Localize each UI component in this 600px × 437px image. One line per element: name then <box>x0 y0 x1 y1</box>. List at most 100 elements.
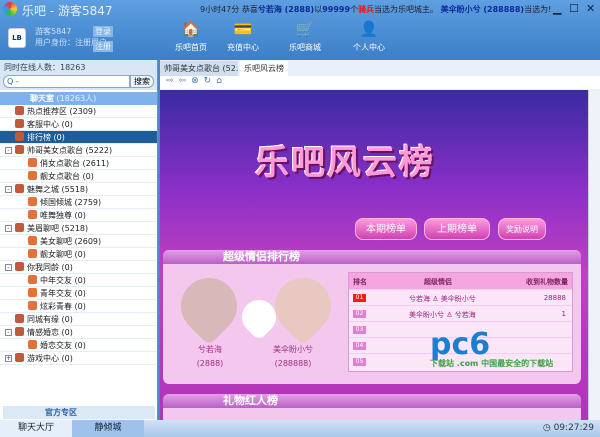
gift-count: 28888 <box>543 294 566 302</box>
gift-count: 1 <box>561 310 566 318</box>
tree-item[interactable]: 美女聊吧 (2609) <box>0 235 157 248</box>
rank-badge: 04 <box>353 342 366 350</box>
rank-badge: 02 <box>353 310 366 318</box>
tree-item[interactable]: 青年交友 (0) <box>0 287 157 300</box>
search-input[interactable]: Q - <box>3 75 130 88</box>
login-button[interactable]: 登录 <box>93 26 113 37</box>
tree-item[interactable]: - 美眉聊吧 (5218) <box>0 222 157 235</box>
tree-item-label: 排行榜 (0) <box>27 133 65 142</box>
tab-song-room[interactable]: 帅哥美女点歌台 (52... <box>160 61 238 76</box>
tree-item[interactable]: + 游戏中心 (0) <box>0 352 157 365</box>
tree-item[interactable]: 客服中心 (0) <box>0 118 157 131</box>
tree-item-label: 情感婚恋 (0) <box>27 328 73 337</box>
tree-item[interactable]: - 帅哥美女点歌台 (5222) <box>0 144 157 157</box>
rank-badge: 01 <box>353 294 366 302</box>
section-title: 超级情侣排行榜 <box>163 250 581 264</box>
back-icon[interactable]: ⇦ <box>179 76 192 86</box>
tree-item-label: 热点推荐区 (2309) <box>27 107 97 116</box>
couple-names: 兮若海 ♙ 美伞盼小兮 <box>409 295 476 303</box>
tree-item-label: 炫彩青春 (0) <box>40 302 86 311</box>
room-sidebar: 同时在线人数：18263 Q - 搜索 聊天室 (18263人) 热点推荐区 (… <box>0 60 158 420</box>
tree-item[interactable]: 炫彩青春 (0) <box>0 300 157 313</box>
male-avatar <box>169 266 249 346</box>
previous-list-button[interactable]: 上期榜单 <box>424 218 490 240</box>
tree-item-label: 美眉聊吧 (5218) <box>27 224 89 233</box>
online-count: 同时在线人数：18263 <box>0 60 157 74</box>
table-header: 排名 超级情侣 收到礼物数量 <box>349 273 572 289</box>
tree-item-label: 帅哥美女点歌台 (5222) <box>27 146 113 155</box>
close-button[interactable]: ✕ <box>586 2 595 15</box>
room-icon <box>28 171 37 180</box>
banner-title: 乐吧风云榜 <box>255 143 435 183</box>
tree-item-label: 同城有缘 (0) <box>27 315 73 324</box>
couple-names: 美伞盼小兮 ♙ 兮若海 <box>409 311 476 319</box>
register-button[interactable]: 注册 <box>93 41 113 52</box>
tree-item[interactable]: 中年交友 (0) <box>0 274 157 287</box>
tree-item[interactable]: 靓女聊吧 (0) <box>0 248 157 261</box>
room-icon <box>28 197 37 206</box>
tree-item-label: 倾国倾城 (2759) <box>40 198 102 207</box>
forward-icon[interactable]: ⇨ <box>166 76 179 86</box>
tab-room[interactable]: 静倾城 <box>72 420 144 437</box>
expand-toggle[interactable]: - <box>5 186 12 193</box>
male-name: 兮若海 (2888) <box>196 345 224 368</box>
nav-recharge[interactable]: 💳 充值中心 <box>213 20 273 53</box>
tree-root-chatroom[interactable]: 聊天室 (18263人) <box>0 92 157 105</box>
tree-item-label: 魅舞之城 (5518) <box>27 185 89 194</box>
expand-toggle[interactable]: - <box>5 329 12 336</box>
expand-toggle[interactable]: - <box>5 147 12 154</box>
tree-item[interactable]: 倾国倾城 (2759) <box>0 196 157 209</box>
home-icon[interactable]: ⌂ <box>216 76 227 86</box>
room-icon <box>28 288 37 297</box>
clock: ◷ 09:27:29 <box>542 423 594 433</box>
current-list-button[interactable]: 本期榜单 <box>355 218 417 240</box>
tree-item-label: 中年交友 (0) <box>40 276 86 285</box>
maximize-button[interactable]: ☐ <box>569 2 579 15</box>
section-title: 礼物红人榜 <box>163 394 581 408</box>
refresh-icon[interactable]: ↻ <box>204 76 217 86</box>
nav-profile[interactable]: 👤 个人中心 <box>339 20 399 53</box>
tree-item[interactable]: 靓女点歌台 (0) <box>0 170 157 183</box>
room-icon <box>15 262 24 271</box>
tree-item[interactable]: 俏女点歌台 (2611) <box>0 157 157 170</box>
bottom-bar: 聊天大厅 静倾城 ◷ 09:27:29 <box>0 420 600 437</box>
tree-item[interactable]: 唯舞独尊 (0) <box>0 209 157 222</box>
gift-ranking-panel: 礼物红人榜 <box>163 394 581 420</box>
tree-item[interactable]: - 情感婚恋 (0) <box>0 326 157 339</box>
app-logo-icon <box>3 2 17 16</box>
cart-icon: 🛒 <box>295 20 315 38</box>
tab-ranking[interactable]: 乐吧风云榜 <box>240 61 288 76</box>
room-icon <box>15 223 24 232</box>
tree-item-label: 你我同龄 (0) <box>27 263 73 272</box>
browser-toolbar: ⇨⇦⊗↻⌂ <box>160 76 600 89</box>
search-button[interactable]: 搜索 <box>130 75 154 88</box>
expand-toggle[interactable]: - <box>5 225 12 232</box>
stop-icon[interactable]: ⊗ <box>191 76 204 86</box>
ranking-page: 乐吧风云榜 本期榜单 上期榜单 奖励说明 超级情侣排行榜 兮若海 (2888) 美… <box>160 90 588 420</box>
nav-shop[interactable]: 🛒 乐吧商城 <box>275 20 335 53</box>
main-panel: 帅哥美女点歌台 (52... 乐吧风云榜 ⇨⇦⊗↻⌂ 乐吧风云榜 本期榜单 上期… <box>160 60 600 420</box>
expand-toggle[interactable]: + <box>5 355 12 362</box>
nav-home[interactable]: 🏠 乐吧首页 <box>161 20 221 53</box>
tree-item-label: 客服中心 (0) <box>27 120 73 129</box>
tree-item-label: 靓女聊吧 (0) <box>40 250 86 259</box>
room-icon <box>15 106 24 115</box>
watermark-logo: pc6 下载站 .com 中国最安全的下载站 <box>430 327 554 368</box>
room-tree: 热点推荐区 (2309) 客服中心 (0) 排行榜 (0) - 帅哥美女点歌台 (522… <box>0 105 157 365</box>
tree-item-label: 美女聊吧 (2609) <box>40 237 102 246</box>
table-row: 01 兮若海 ♙ 美伞盼小兮 28888 <box>349 289 572 305</box>
tab-chat-hall[interactable]: 聊天大厅 <box>0 420 72 437</box>
official-zone[interactable]: 官方专区 <box>3 406 155 419</box>
card-icon: 💳 <box>233 20 253 38</box>
window-title: 乐吧 - 游客5847 <box>22 4 113 18</box>
minimize-button[interactable]: ▁ <box>553 2 561 15</box>
tree-item[interactable]: - 魅舞之城 (5518) <box>0 183 157 196</box>
reward-info-button[interactable]: 奖励说明 <box>498 218 546 240</box>
tree-item[interactable]: 排行榜 (0) <box>0 131 157 144</box>
tree-item[interactable]: 同城有缘 (0) <box>0 313 157 326</box>
tree-item[interactable]: - 你我同龄 (0) <box>0 261 157 274</box>
tree-item[interactable]: 婚恋交友 (0) <box>0 339 157 352</box>
tree-item[interactable]: 热点推荐区 (2309) <box>0 105 157 118</box>
expand-toggle[interactable]: - <box>5 264 12 271</box>
scrollbar[interactable] <box>588 90 600 420</box>
